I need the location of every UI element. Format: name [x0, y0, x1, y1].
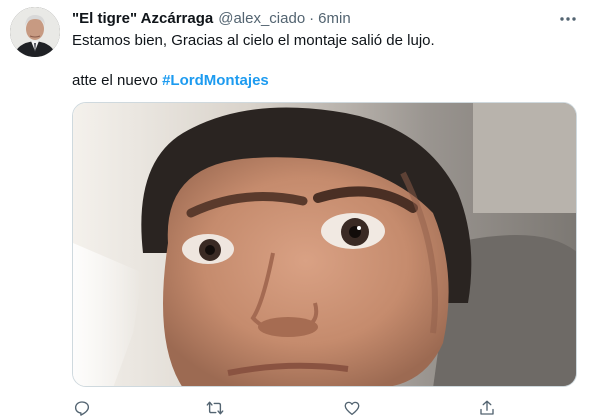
media-photo — [73, 103, 576, 386]
tweet: "El tigre" Azcárraga @alex_ciado · 6min … — [0, 0, 593, 417]
reply-icon — [74, 401, 90, 416]
display-name[interactable]: "El tigre" Azcárraga — [72, 9, 213, 29]
retweet-button[interactable] — [205, 399, 225, 417]
timestamp[interactable]: 6min — [318, 9, 351, 29]
avatar-image — [10, 7, 60, 57]
user-handle[interactable]: @alex_ciado — [218, 9, 305, 29]
tweet-text-line: Estamos bien, Gracias al cielo el montaj… — [72, 32, 435, 49]
header-separator: · — [309, 10, 315, 27]
like-icon — [344, 401, 360, 416]
tweet-text-fragment: atte el nuevo — [72, 72, 163, 89]
more-options-button[interactable] — [558, 12, 578, 26]
tweet-header: "El tigre" Azcárraga @alex_ciado · 6min — [72, 9, 351, 29]
tweet-text: Estamos bien, Gracias al cielo el montaj… — [72, 31, 577, 91]
avatar[interactable] — [10, 7, 60, 57]
more-horizontal-icon — [560, 17, 576, 21]
tweet-media[interactable] — [72, 102, 577, 387]
retweet-icon — [206, 401, 224, 415]
tweet-text-line: atte el nuevo #LordMontajes — [72, 71, 577, 91]
tweet-actions — [72, 399, 502, 417]
like-button[interactable] — [342, 399, 362, 417]
share-button[interactable] — [477, 399, 497, 417]
share-icon — [480, 400, 494, 415]
reply-button[interactable] — [72, 399, 92, 417]
hashtag-link[interactable]: #LordMontajes — [162, 72, 269, 89]
